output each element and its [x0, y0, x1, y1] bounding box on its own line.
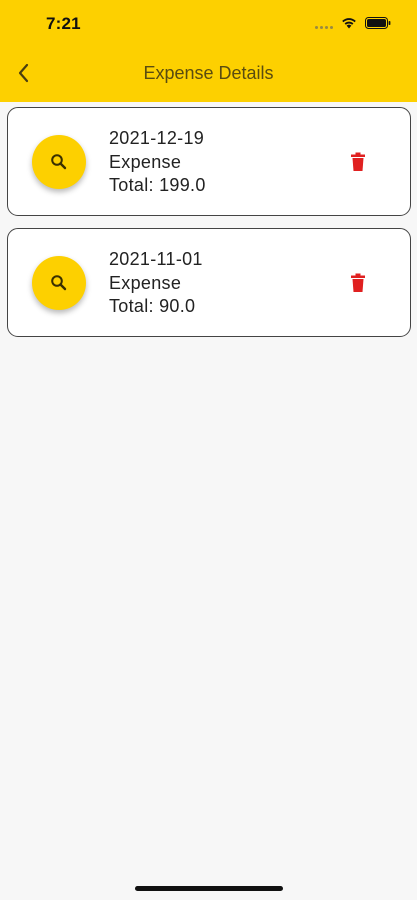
- expense-total: Total: 199.0: [109, 175, 206, 195]
- wifi-icon: [342, 18, 356, 29]
- view-expense-button[interactable]: [32, 256, 86, 310]
- expense-card[interactable]: 2021-11-01 Expense Total: 90.0: [7, 228, 411, 337]
- home-indicator[interactable]: [135, 886, 283, 891]
- expense-type: Expense: [109, 272, 182, 293]
- navigation-bar: Expense Details: [0, 46, 417, 102]
- expense-details-screen: 7:21 Expense Details 2021-12-19 Expense …: [0, 0, 417, 900]
- battery-icon: [365, 17, 391, 29]
- search-icon: [51, 275, 67, 291]
- page-title: Expense Details: [143, 63, 274, 83]
- expense-info: 2021-11-01 Expense Total: 90.0: [109, 248, 203, 319]
- cellular-signal-icon: [315, 26, 337, 30]
- status-bar: 7:21: [0, 0, 417, 46]
- app-bar: 7:21 Expense Details: [0, 0, 417, 102]
- status-time: 7:21: [46, 14, 81, 33]
- delete-expense-button[interactable]: [346, 270, 370, 296]
- expense-info: 2021-12-19 Expense Total: 199.0: [109, 127, 206, 198]
- expense-date: 2021-12-19: [109, 128, 205, 148]
- view-expense-button[interactable]: [32, 135, 86, 189]
- expense-type: Expense: [109, 151, 182, 172]
- expense-total: Total: 90.0: [109, 296, 196, 316]
- expense-date: 2021-11-01: [109, 249, 203, 269]
- expense-card[interactable]: 2021-12-19 Expense Total: 199.0: [7, 107, 411, 216]
- trash-icon: [351, 273, 365, 292]
- delete-expense-button[interactable]: [346, 149, 370, 175]
- trash-icon: [351, 152, 365, 171]
- search-icon: [51, 154, 67, 170]
